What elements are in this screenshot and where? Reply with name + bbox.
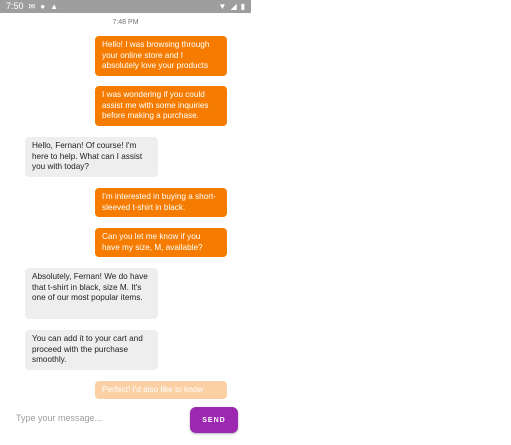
sent-message-bubble: Perfect! I'd also like to know [95,381,227,399]
status-time: 7:50 [6,1,24,11]
wifi-icon: ▼ [218,2,227,11]
sent-message-bubble: Can you let me know if you have my size,… [95,228,227,257]
chat-screen: 7:50 ✉ ● ▲ ▼ ◢ ▮ 7:48 PM Hello! I was br… [0,0,251,445]
send-button[interactable]: SEND [190,407,238,433]
chat-timestamp: 7:48 PM [112,19,139,26]
message-input[interactable] [16,410,180,426]
message-composer: SEND [0,402,251,436]
sent-message-bubble: I was wondering if you could assist me w… [95,86,227,126]
sent-message-bubble: Hello! I was browsing through your onlin… [95,36,227,76]
status-bar: 7:50 ✉ ● ▲ ▼ ◢ ▮ [0,0,251,13]
gmail-icon: ✉ [28,2,36,11]
notification-icon: ● [40,2,46,11]
signal-icon: ◢ [230,2,237,11]
battery-icon: ▮ [240,2,245,11]
received-message-bubble: You can add it to your cart and proceed … [25,330,158,370]
notification-icon: ▲ [50,2,58,11]
received-message-bubble: Absolutely, Fernan! We do have that t-sh… [25,268,158,319]
sent-message-bubble: I'm interested in buying a short-sleeved… [95,188,227,217]
received-message-bubble: Hello, Fernan! Of course! I'm here to he… [25,137,158,177]
